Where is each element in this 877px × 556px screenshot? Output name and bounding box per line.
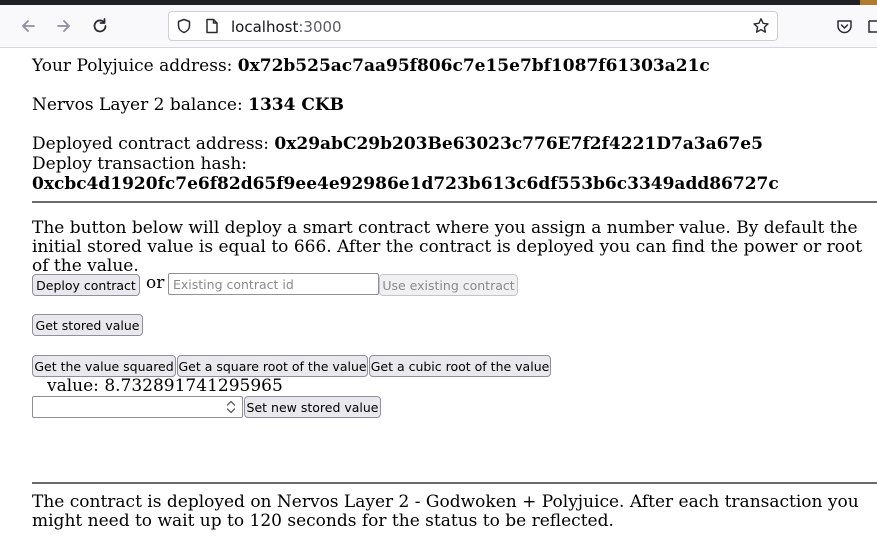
- get-value-squared-button[interactable]: Get the value squared: [32, 355, 176, 377]
- balance-label: Nervos Layer 2 balance:: [32, 95, 249, 115]
- deployed-address-value: 0x29abC29b203Be63023c776E7f2f4221D7a3a67…: [274, 134, 763, 154]
- bookmark-star-icon[interactable]: [751, 17, 771, 35]
- intro-text: The button below will deploy a smart con…: [32, 218, 863, 276]
- stepper-arrows-icon: [226, 400, 236, 414]
- get-stored-value-button[interactable]: Get stored value: [32, 314, 143, 336]
- or-text: or: [146, 273, 165, 293]
- forward-button[interactable]: [46, 5, 82, 47]
- polyjuice-address-line: Your Polyjuice address: 0x72b525ac7aa95f…: [32, 56, 710, 76]
- url-host: localhost: [231, 18, 299, 36]
- divider-bottom: [32, 482, 877, 484]
- divider-top: [32, 201, 877, 203]
- url-port: :3000: [298, 18, 342, 36]
- extensions-icon[interactable]: [866, 16, 877, 36]
- reload-button[interactable]: [82, 5, 118, 47]
- get-square-root-button[interactable]: Get a square root of the value: [177, 355, 368, 377]
- shield-icon[interactable]: [175, 17, 193, 35]
- polyjuice-address-label: Your Polyjuice address:: [32, 56, 238, 76]
- reload-icon: [93, 18, 107, 33]
- balance-line: Nervos Layer 2 balance: 1334 CKB: [32, 95, 344, 115]
- get-cubic-root-button[interactable]: Get a cubic root of the value: [369, 355, 551, 377]
- address-bar[interactable]: localhost:3000: [168, 11, 778, 41]
- arrow-right-icon: [57, 20, 70, 32]
- set-new-stored-value-button[interactable]: Set new stored value: [244, 396, 381, 418]
- deploy-contract-button[interactable]: Deploy contract: [32, 274, 140, 296]
- new-value-number-input[interactable]: [32, 396, 243, 418]
- tx-hash-value: 0xcbc4d1920fc7e6f82d65f9ee4e92986e1d723b…: [32, 174, 779, 194]
- deployed-address-label: Deployed contract address:: [32, 134, 275, 154]
- balance-value: 1334 CKB: [248, 95, 345, 115]
- polyjuice-address-value: 0x72b525ac7aa95f806c7e15e7bf1087f61303a2…: [237, 56, 710, 76]
- url-text[interactable]: localhost:3000: [231, 18, 342, 36]
- pocket-icon[interactable]: [834, 16, 854, 36]
- stored-value-text: value: 8.732891741295965: [47, 376, 283, 396]
- use-existing-contract-button[interactable]: Use existing contract: [379, 274, 518, 296]
- footer-text: The contract is deployed on Nervos Layer…: [32, 492, 859, 531]
- deployed-address-line: Deployed contract address: 0x29abC29b203…: [32, 134, 763, 154]
- arrow-left-icon: [22, 20, 35, 32]
- existing-contract-input[interactable]: [168, 273, 379, 295]
- page-content: Your Polyjuice address: 0x72b525ac7aa95f…: [0, 48, 877, 556]
- browser-toolbar: localhost:3000: [0, 5, 877, 48]
- tx-hash-value-line: 0xcbc4d1920fc7e6f82d65f9ee4e92986e1d723b…: [32, 174, 779, 194]
- tx-hash-label: Deploy transaction hash:: [32, 154, 248, 174]
- back-button[interactable]: [10, 5, 46, 47]
- number-stepper[interactable]: [224, 399, 238, 415]
- page-icon[interactable]: [203, 17, 221, 35]
